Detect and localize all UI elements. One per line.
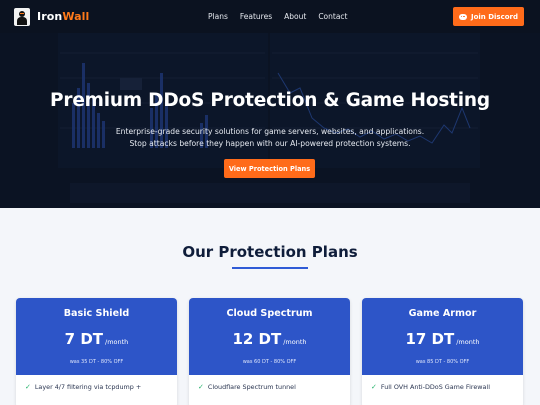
- plan-original-price: was 85 DT - 80% OFF: [415, 359, 470, 365]
- nav-link-plans[interactable]: Plans: [208, 12, 228, 21]
- nav-link-about[interactable]: About: [284, 12, 306, 21]
- view-protection-plans-button[interactable]: View Protection Plans: [224, 159, 315, 178]
- hero-subtitle-line2: Stop attacks before they happen with our…: [129, 139, 411, 148]
- plan-feature-item: ✓ Cloudflare Spectrum tunnel: [198, 383, 296, 391]
- plan-price-amount: 12 DT: [232, 330, 282, 348]
- plan-card-basic-shield: Basic Shield 7 DT/month was 35 DT - 80% …: [16, 298, 177, 405]
- plan-price-period: /month: [105, 338, 129, 346]
- plan-card-header: Basic Shield 7 DT/month was 35 DT - 80% …: [16, 298, 177, 375]
- plan-price: 17 DT/month: [362, 329, 523, 348]
- brand-name-part1: Iron: [37, 10, 63, 23]
- section-title: Our Protection Plans: [182, 243, 358, 261]
- plan-price-period: /month: [456, 338, 480, 346]
- plan-feature-text: Cloudflare Spectrum tunnel: [207, 383, 296, 391]
- section-title-underline: [232, 267, 308, 269]
- plan-card-header: Game Armor 17 DT/month was 85 DT - 80% O…: [362, 298, 523, 375]
- plans-section: Our Protection Plans Basic Shield 7 DT/m…: [0, 208, 540, 405]
- hero-title: Premium DDoS Protection & Game Hosting: [50, 90, 490, 111]
- plan-feature-text: Full OVH Anti-DDoS Game Firewall: [380, 383, 490, 391]
- check-icon: ✓: [25, 383, 31, 391]
- logo-icon[interactable]: [14, 8, 30, 26]
- hero-subtitle-line1: Enterprise-grade security solutions for …: [115, 127, 425, 136]
- top-navbar: IronWall Plans Features About Contact Jo…: [0, 0, 540, 33]
- plan-name: Cloud Spectrum: [226, 308, 313, 319]
- plan-original-price: was 60 DT - 80% OFF: [242, 359, 297, 365]
- join-discord-label: Join Discord: [470, 12, 519, 21]
- check-icon: ✓: [198, 383, 204, 391]
- brand-name[interactable]: IronWall: [37, 10, 89, 23]
- check-icon: ✓: [371, 383, 377, 391]
- nav-links: Plans Features About Contact: [208, 12, 348, 21]
- plan-feature-text: Layer 4/7 filtering via tcpdump +: [34, 383, 142, 391]
- join-discord-button[interactable]: Join Discord: [453, 7, 524, 26]
- nav-link-contact[interactable]: Contact: [318, 12, 347, 21]
- plan-price-period: /month: [283, 338, 307, 346]
- plan-price-amount: 17 DT: [405, 330, 455, 348]
- hero-subtitle: Enterprise-grade security solutions for …: [0, 126, 540, 150]
- hero-overlay: [0, 33, 540, 208]
- plan-price: 7 DT/month: [16, 329, 177, 348]
- plan-card-header: Cloud Spectrum 12 DT/month was 60 DT - 8…: [189, 298, 350, 375]
- plan-card-cloud-spectrum: Cloud Spectrum 12 DT/month was 60 DT - 8…: [189, 298, 350, 405]
- brand-name-part2: Wall: [62, 10, 90, 23]
- plan-original-price: was 35 DT - 80% OFF: [69, 359, 124, 365]
- plan-name: Game Armor: [408, 308, 477, 319]
- plan-feature-item: ✓ Layer 4/7 filtering via tcpdump +: [25, 383, 141, 391]
- plan-feature-item: ✓ Full OVH Anti-DDoS Game Firewall: [371, 383, 490, 391]
- plan-name: Basic Shield: [63, 308, 130, 319]
- plan-card-game-armor: Game Armor 17 DT/month was 85 DT - 80% O…: [362, 298, 523, 405]
- nav-link-features[interactable]: Features: [240, 12, 272, 21]
- discord-icon: [458, 13, 467, 20]
- plan-price-amount: 7 DT: [64, 330, 104, 348]
- hero-section: Premium DDoS Protection & Game Hosting E…: [0, 33, 540, 208]
- plan-price: 12 DT/month: [189, 329, 350, 348]
